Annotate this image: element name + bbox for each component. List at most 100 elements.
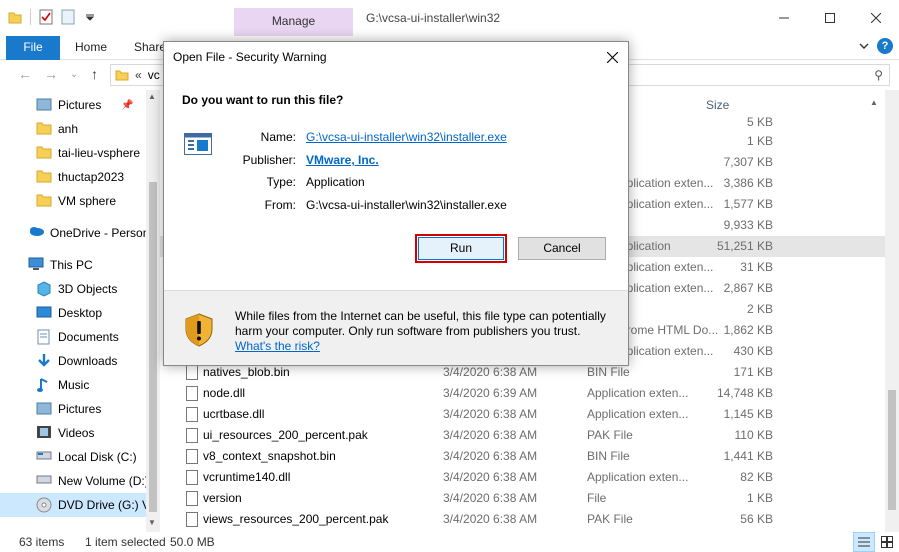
nav-item-thuctap2023[interactable]: thuctap2023 [0, 165, 146, 189]
scrollbar-thumb[interactable] [888, 390, 896, 510]
close-window-button[interactable] [853, 0, 899, 36]
new-folder-icon[interactable] [59, 8, 77, 26]
folder-icon [115, 70, 129, 81]
nav-label: OneDrive - Person [50, 226, 146, 240]
file-icon [186, 428, 198, 443]
nav-label: This PC [50, 258, 93, 272]
file-list-scrollbar[interactable] [885, 90, 899, 532]
nav-item-pictures-quick[interactable]: Pictures 📌 [0, 93, 146, 117]
computer-icon [28, 257, 44, 273]
publisher-label: Publisher: [242, 153, 296, 167]
nav-item-music[interactable]: Music [0, 373, 146, 397]
folder-icon [6, 8, 24, 26]
tab-share[interactable]: Share [134, 40, 166, 54]
folder-icon [36, 145, 52, 161]
nav-item-new-volume-d[interactable]: New Volume (D:) [0, 469, 146, 493]
search-icon: ⚲ [874, 68, 883, 82]
nav-item-anh[interactable]: anh [0, 117, 146, 141]
shield-warning-icon [185, 313, 213, 347]
nav-label: Videos [58, 426, 95, 440]
quick-access-toolbar [6, 8, 99, 26]
table-row[interactable]: v8_context_snapshot.bin 3/4/2020 6:38 AM… [160, 446, 885, 467]
security-warning-dialog: Open File - Security Warning Do you want… [163, 41, 629, 366]
selection-count: 1 item selected [85, 535, 166, 549]
up-arrow-icon[interactable]: ↑ [91, 66, 98, 82]
whats-the-risk-link[interactable]: What's the risk? [235, 339, 320, 353]
run-button[interactable]: Run [415, 234, 507, 263]
nav-item-documents[interactable]: Documents [0, 325, 146, 349]
address-input[interactable]: « vc [110, 64, 166, 86]
onedrive-icon [28, 225, 44, 241]
scroll-up-icon[interactable]: ▲ [870, 98, 878, 107]
nav-item-pictures[interactable]: Pictures [0, 397, 146, 421]
search-input[interactable]: ⚲ [628, 64, 890, 86]
chevron-down-icon[interactable] [859, 39, 869, 53]
minimize-button[interactable] [761, 0, 807, 36]
table-row[interactable]: views_resources_200_percent.pak 3/4/2020… [160, 509, 885, 530]
nav-label: Local Disk (C:) [58, 450, 137, 464]
nav-label: DVD Drive (G:) V [58, 498, 146, 512]
details-view-button[interactable] [853, 532, 875, 552]
table-row[interactable]: ucrtbase.dll 3/4/2020 6:38 AM Applicatio… [160, 404, 885, 425]
maximize-button[interactable] [807, 0, 853, 36]
table-row[interactable]: ui_resources_200_percent.pak 3/4/2020 6:… [160, 425, 885, 446]
properties-icon[interactable] [37, 8, 55, 26]
nav-item-tai-lieu-vsphere[interactable]: tai-lieu-vsphere [0, 141, 146, 165]
dll-file-icon [186, 386, 198, 401]
nav-item-downloads[interactable]: Downloads [0, 349, 146, 373]
scroll-up-icon[interactable]: ▲ [148, 92, 156, 101]
tab-home[interactable]: Home [75, 40, 107, 54]
file-name-link[interactable]: G:\vcsa-ui-installer\win32\installer.exe [306, 130, 507, 144]
chevron-down-icon[interactable] [81, 8, 99, 26]
nav-item-videos[interactable]: Videos [0, 421, 146, 445]
explorer-titlebar: Manage G:\vcsa-ui-installer\win32 [0, 0, 899, 36]
forward-arrow-icon[interactable]: → [44, 66, 58, 82]
column-header-size[interactable]: Size [706, 98, 729, 112]
help-icon[interactable]: ? [877, 38, 893, 54]
nav-item-local-disk-c[interactable]: Local Disk (C:) [0, 445, 146, 469]
nav-label: Documents [58, 330, 119, 344]
nav-label: New Volume (D:) [58, 474, 146, 488]
dialog-title: Open File - Security Warning [173, 50, 327, 64]
nav-item-onedrive[interactable]: OneDrive - Person [0, 221, 146, 245]
nav-label: tai-lieu-vsphere [58, 146, 141, 160]
scrollbar-thumb[interactable] [149, 182, 157, 512]
back-arrow-icon[interactable]: ← [18, 66, 32, 82]
table-row[interactable]: node.dll 3/4/2020 6:39 AM Application ex… [160, 383, 885, 404]
desktop-icon [36, 305, 52, 321]
nav-label: thuctap2023 [58, 170, 125, 184]
scroll-down-icon[interactable]: ▼ [148, 518, 156, 527]
nav-item-dvd-drive-g[interactable]: DVD Drive (G:) V [0, 493, 146, 517]
nav-label: Downloads [58, 354, 118, 368]
nav-label: 3D Objects [58, 282, 118, 296]
dialog-close-button[interactable] [596, 42, 628, 72]
tab-file[interactable]: File [6, 36, 60, 60]
ribbon-controls: ? [859, 38, 893, 54]
dll-file-icon [186, 470, 198, 485]
publisher-link[interactable]: VMware, Inc. [306, 153, 379, 167]
nav-label: VM sphere [58, 194, 117, 208]
nav-item-vm-sphere[interactable]: VM sphere [0, 189, 146, 213]
nav-item-3d-objects[interactable]: 3D Objects [0, 277, 146, 301]
nav-item-desktop[interactable]: Desktop [0, 301, 146, 325]
from-value: G:\vcsa-ui-installer\win32\installer.exe [306, 198, 507, 212]
folder-icon [36, 121, 52, 137]
table-row[interactable]: version 3/4/2020 6:38 AM File 1 KB [160, 488, 885, 509]
tab-manage[interactable]: Manage [234, 8, 353, 36]
from-label: From: [264, 198, 296, 212]
pictures-icon [36, 97, 52, 113]
pin-icon[interactable]: 📌 [121, 100, 133, 111]
large-icons-view-button[interactable] [876, 532, 898, 552]
nav-label: anh [58, 122, 79, 136]
cancel-button[interactable]: Cancel [518, 237, 606, 260]
file-icon [186, 512, 198, 527]
folder-icon [36, 169, 52, 185]
toolbar-divider [30, 9, 31, 25]
name-label: Name: [260, 130, 296, 144]
nav-item-this-pc[interactable]: This PC [0, 253, 146, 277]
nav-scrollbar[interactable]: ▲ ▼ [146, 90, 160, 532]
recent-chevron-icon[interactable]: ⌄ [70, 69, 78, 80]
dialog-question: Do you want to run this file? [182, 93, 344, 107]
disk-icon [36, 473, 52, 489]
table-row[interactable]: vcruntime140.dll 3/4/2020 6:38 AM Applic… [160, 467, 885, 488]
